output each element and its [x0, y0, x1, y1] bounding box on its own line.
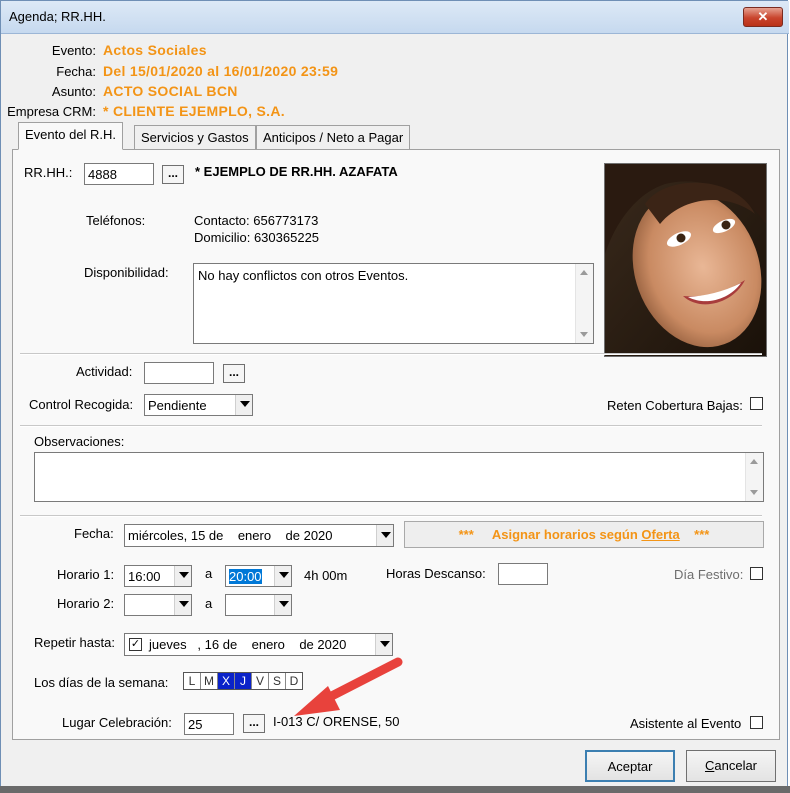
horario1-from-value: 16:00	[128, 569, 161, 584]
lugar-label: Lugar Celebración:	[62, 715, 172, 730]
cancelar-rest: ancelar	[714, 758, 758, 773]
control-recogida-select[interactable]: Pendiente	[144, 394, 253, 416]
asignar-horarios-button[interactable]: *** Asignar horarios según Oferta ***	[404, 521, 764, 548]
telefonos-label: Teléfonos:	[86, 213, 146, 228]
asignar-suffix: ***	[694, 527, 710, 542]
chevron-down-icon[interactable]	[174, 566, 191, 586]
lugar-code-input[interactable]: 25	[184, 713, 234, 735]
fecha-label: Fecha:	[56, 64, 96, 79]
empresa-label: Empresa CRM:	[7, 104, 96, 119]
telefono-contacto: Contacto: 656773173	[194, 213, 319, 228]
rrhh-photo	[604, 163, 767, 357]
schedule-fecha-select[interactable]: miércoles, 15 de enero de 2020	[124, 524, 394, 547]
rrhh-label: RR.HH.:	[24, 165, 73, 180]
window-title: Agenda; RR.HH.	[9, 9, 106, 24]
schedule-fecha-value: miércoles, 15 de enero de 2020	[128, 528, 333, 543]
horario2-a: a	[205, 596, 213, 611]
repetir-checkbox[interactable]: ✓	[129, 638, 142, 651]
asistente-label: Asistente al Evento	[630, 716, 742, 731]
horas-descanso-input[interactable]	[498, 563, 548, 585]
red-arrow-icon	[294, 657, 403, 716]
asunto-label: Asunto:	[51, 84, 96, 99]
day-x[interactable]: X	[218, 673, 235, 689]
chevron-down-icon[interactable]	[174, 595, 191, 615]
disponibilidad-text: No hay conflictos con otros Eventos.	[198, 268, 409, 283]
day-l[interactable]: L	[184, 673, 201, 689]
chevron-down-icon[interactable]	[235, 395, 252, 415]
separator-2-highlight	[20, 426, 762, 427]
title-bar[interactable]: Agenda; RR.HH. ✕	[1, 1, 789, 34]
aceptar-button[interactable]: Aceptar	[585, 750, 675, 782]
chevron-down-icon[interactable]	[274, 595, 291, 615]
asistente-checkbox[interactable]	[750, 716, 763, 729]
chevron-down-icon[interactable]	[274, 566, 291, 586]
chevron-down-icon[interactable]	[376, 525, 393, 546]
observaciones-scrollbar[interactable]	[745, 453, 763, 501]
schedule-fecha-label: Fecha:	[74, 526, 114, 541]
tab-anticipos[interactable]: Anticipos / Neto a Pagar	[256, 125, 411, 149]
horario2-label: Horario 2:	[57, 596, 115, 611]
disponibilidad-textarea[interactable]: No hay conflictos con otros Eventos.	[193, 263, 594, 344]
cancelar-underline: C	[704, 758, 715, 773]
evento-value: Actos Sociales	[103, 42, 207, 58]
horario2-from-select[interactable]	[124, 594, 192, 616]
dias-label: Los días de la semana:	[34, 675, 169, 690]
asignar-prefix: ***	[458, 527, 474, 542]
control-recogida-label: Control Recogida:	[29, 397, 134, 412]
rrhh-browse-button[interactable]: ...	[162, 165, 184, 184]
separator-3-highlight	[20, 516, 762, 517]
asignar-label-link: Oferta	[641, 527, 680, 542]
evento-label: Evento:	[51, 43, 96, 58]
tab-evento-rh[interactable]: Evento del R.H.	[18, 122, 124, 150]
day-v[interactable]: V	[252, 673, 269, 689]
horario1-to-value: 20:00	[229, 569, 262, 584]
horario1-label: Horario 1:	[57, 567, 115, 582]
disponibilidad-scrollbar[interactable]	[575, 264, 593, 343]
disponibilidad-label: Disponibilidad:	[84, 265, 169, 280]
lugar-browse-button[interactable]: ...	[243, 714, 265, 733]
cancelar-button[interactable]: Cancelar	[686, 750, 776, 782]
telefono-domicilio: Domicilio: 630365225	[194, 230, 320, 245]
asunto-value: ACTO SOCIAL BCN	[103, 83, 238, 99]
control-recogida-value: Pendiente	[148, 398, 207, 413]
horas-descanso-label: Horas Descanso:	[386, 566, 486, 581]
horario1-to-select[interactable]: 20:00	[225, 565, 292, 587]
background-strip	[0, 786, 790, 793]
day-j[interactable]: J	[235, 673, 252, 689]
tab-servicios-gastos[interactable]: Servicios y Gastos	[134, 125, 256, 149]
horario1-a: a	[205, 566, 213, 581]
actividad-label: Actividad:	[76, 364, 133, 379]
rrhh-name: * EJEMPLO DE RR.HH. AZAFATA	[195, 164, 398, 179]
actividad-browse-button[interactable]: ...	[223, 364, 245, 383]
actividad-input[interactable]	[144, 362, 214, 384]
separator-1-highlight	[20, 354, 762, 355]
horario1-duration: 4h 00m	[304, 568, 348, 583]
observaciones-label: Observaciones:	[34, 434, 125, 449]
repetir-label: Repetir hasta:	[34, 635, 115, 650]
dia-festivo-checkbox[interactable]	[750, 567, 763, 580]
horario1-from-select[interactable]: 16:00	[124, 565, 192, 587]
observaciones-textarea[interactable]	[34, 452, 764, 502]
fecha-value: Del 15/01/2020 al 16/01/2020 23:59	[103, 63, 339, 79]
reten-label: Reten Cobertura Bajas:	[607, 398, 743, 413]
empresa-value: * CLIENTE EJEMPLO, S.A.	[103, 103, 285, 119]
reten-checkbox[interactable]	[750, 397, 763, 410]
dia-festivo-label: Día Festivo:	[674, 567, 744, 582]
rrhh-code-input[interactable]: 4888	[84, 163, 154, 185]
horario2-to-select[interactable]	[225, 594, 292, 616]
asignar-label-start: Asignar horarios según	[491, 527, 642, 542]
close-icon: ✕	[757, 9, 769, 24]
close-button[interactable]: ✕	[743, 7, 783, 27]
day-m[interactable]: M	[201, 673, 218, 689]
